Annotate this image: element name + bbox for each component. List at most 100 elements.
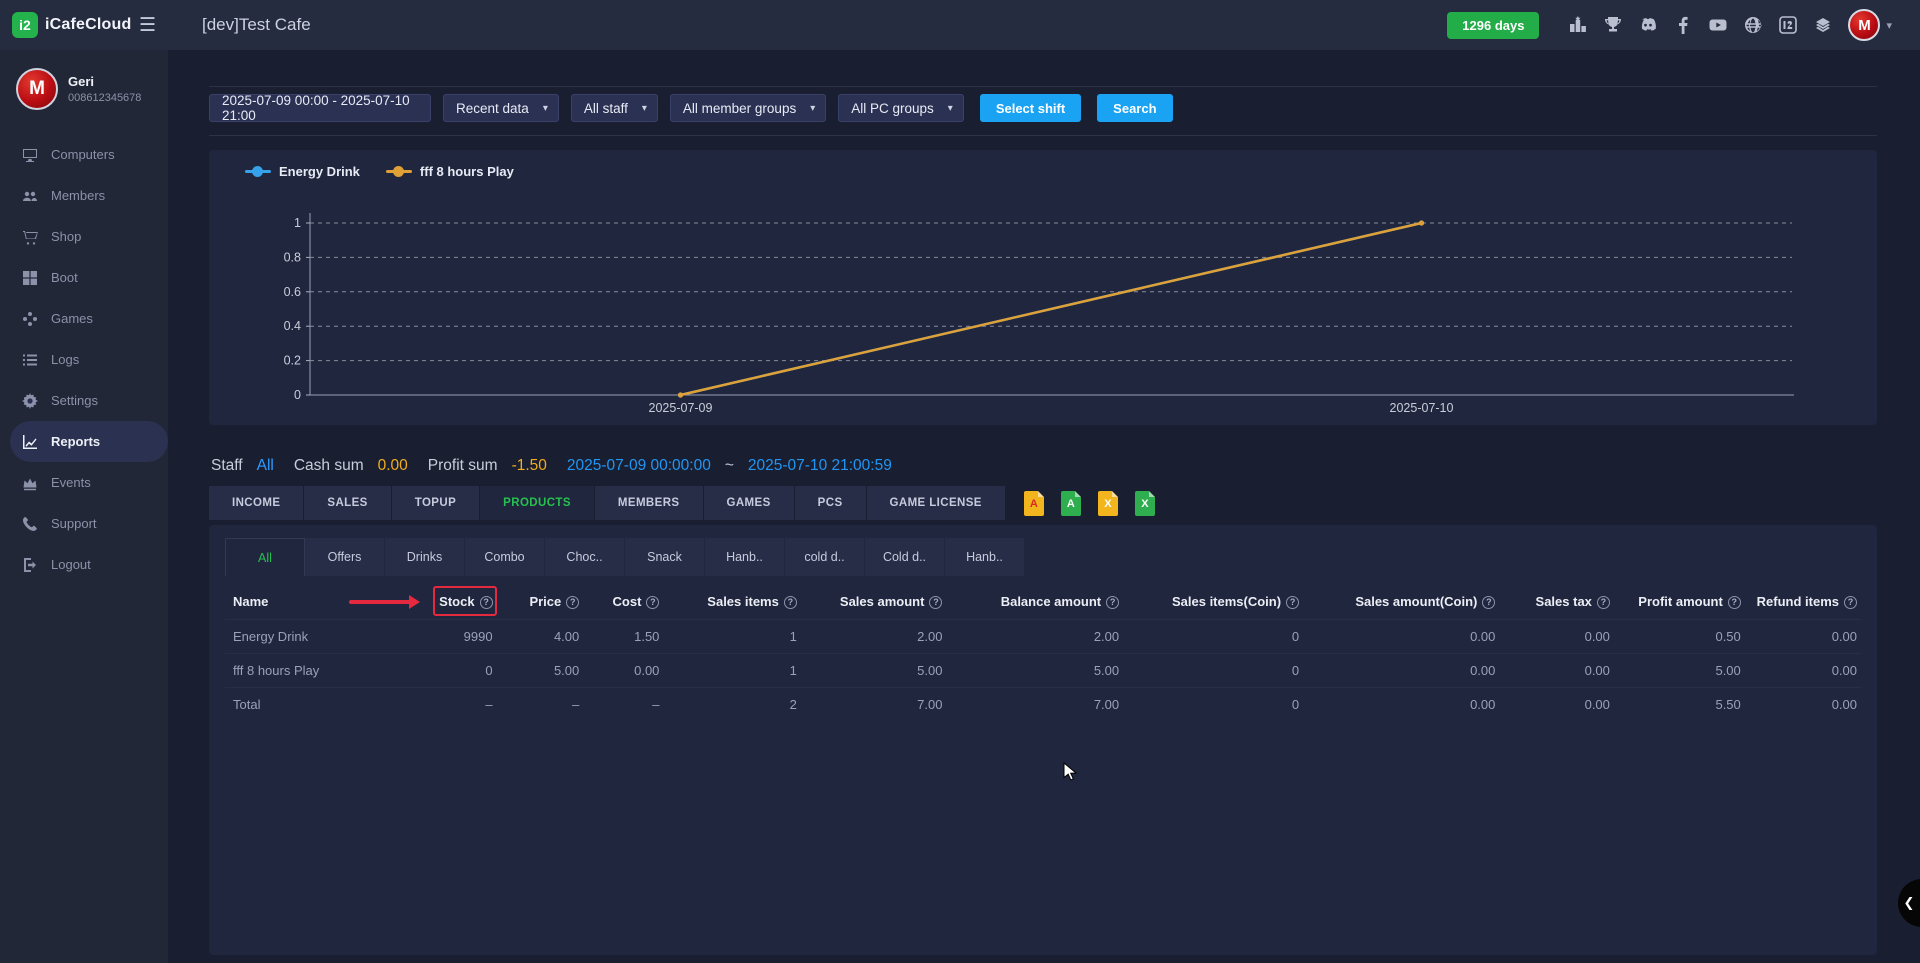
- help-icon[interactable]: ?: [1844, 596, 1857, 609]
- layers-icon[interactable]: [1813, 15, 1833, 35]
- svg-text:2025-07-09: 2025-07-09: [649, 401, 713, 415]
- discord-icon[interactable]: [1638, 15, 1658, 35]
- sidebar-item-support[interactable]: Support: [0, 503, 168, 544]
- column-header-label: Sales items: [707, 594, 779, 609]
- column-header-profit-amount[interactable]: Profit amount?: [1614, 584, 1745, 620]
- cell-value: 2.00: [801, 620, 947, 654]
- license-days-badge[interactable]: 1296 days: [1447, 12, 1539, 39]
- help-icon[interactable]: ?: [1728, 596, 1741, 609]
- column-header-label: Cost: [613, 594, 642, 609]
- report-tab-sales[interactable]: SALES: [304, 486, 391, 520]
- category-tab-hanb-[interactable]: Hanb..: [705, 538, 785, 576]
- trophy-icon[interactable]: [1603, 15, 1623, 35]
- column-header-price[interactable]: Price?: [497, 584, 584, 620]
- icafecloud-icon[interactable]: [1778, 15, 1798, 35]
- cell-value: –: [583, 688, 663, 722]
- games-icon: [22, 311, 38, 327]
- cell-value: 0.00: [1499, 654, 1614, 688]
- cell-value: 0.00: [1745, 654, 1861, 688]
- category-tab-snack[interactable]: Snack: [625, 538, 705, 576]
- column-header-cost[interactable]: Cost?: [583, 584, 663, 620]
- sidebar-item-label: Boot: [51, 270, 78, 285]
- help-icon[interactable]: ?: [1482, 596, 1495, 609]
- category-tab-hanb-[interactable]: Hanb..: [945, 538, 1025, 576]
- sidebar-item-logs[interactable]: Logs: [0, 339, 168, 380]
- search-button[interactable]: Search: [1097, 94, 1172, 122]
- cell-value: 0.00: [583, 654, 663, 688]
- report-tab-game-license[interactable]: GAME LICENSE: [867, 486, 1006, 520]
- column-header-name[interactable]: Name: [225, 584, 376, 620]
- column-header-sales-tax[interactable]: Sales tax?: [1499, 584, 1614, 620]
- chevron-down-icon: ▾: [642, 103, 647, 114]
- sidebar-item-boot[interactable]: Boot: [0, 257, 168, 298]
- sidebar-item-label: Settings: [51, 393, 98, 408]
- date-range-input[interactable]: 2025-07-09 00:00 - 2025-07-10 21:00: [209, 94, 431, 122]
- facebook-icon[interactable]: [1673, 15, 1693, 35]
- app-logo[interactable]: i2 iCafeCloud: [12, 12, 131, 38]
- report-tab-games[interactable]: GAMES: [704, 486, 795, 520]
- filter-select-2[interactable]: All member groups▾: [670, 94, 826, 122]
- staff-value[interactable]: All: [257, 457, 274, 475]
- export-pdf-green-icon[interactable]: A: [1061, 491, 1081, 516]
- globe-icon[interactable]: [1743, 15, 1763, 35]
- user-menu[interactable]: M ▾: [1848, 9, 1892, 41]
- sidebar-item-settings[interactable]: Settings: [0, 380, 168, 421]
- cell-value: 5.50: [1614, 688, 1745, 722]
- report-tab-members[interactable]: MEMBERS: [595, 486, 704, 520]
- help-icon[interactable]: ?: [1286, 596, 1299, 609]
- help-icon[interactable]: ?: [646, 596, 659, 609]
- category-tab-choc-[interactable]: Choc..: [545, 538, 625, 576]
- category-tab-cold-d-[interactable]: cold d..: [785, 538, 865, 576]
- select-shift-button[interactable]: Select shift: [980, 94, 1081, 122]
- filter-select-1[interactable]: All staff▾: [571, 94, 658, 122]
- report-tab-income[interactable]: INCOME: [209, 486, 304, 520]
- user-avatar[interactable]: M: [1848, 9, 1880, 41]
- category-tab-all[interactable]: All: [225, 538, 305, 576]
- help-icon[interactable]: ?: [929, 596, 942, 609]
- legend-item-0[interactable]: Energy Drink: [245, 164, 360, 179]
- hamburger-menu-icon[interactable]: ☰: [139, 14, 156, 37]
- help-icon[interactable]: ?: [1106, 596, 1119, 609]
- column-header-refund-items[interactable]: Refund items?: [1745, 584, 1861, 620]
- help-icon[interactable]: ?: [1597, 596, 1610, 609]
- help-icon[interactable]: ?: [480, 596, 493, 609]
- export-pdf-yellow-icon[interactable]: A: [1024, 491, 1044, 516]
- help-icon[interactable]: ?: [784, 596, 797, 609]
- filter-select-0[interactable]: Recent data▾: [443, 94, 559, 122]
- column-header-sales-items-coin-[interactable]: Sales items(Coin)?: [1123, 584, 1303, 620]
- sidebar-user-block[interactable]: M Geri 008612345678: [0, 50, 168, 130]
- sidebar-item-logout[interactable]: Logout: [0, 544, 168, 585]
- cell-value: 7.00: [801, 688, 947, 722]
- computers-icon: [22, 147, 38, 163]
- period-start-link[interactable]: 2025-07-09 00:00:00: [567, 457, 711, 475]
- category-tab-combo[interactable]: Combo: [465, 538, 545, 576]
- sidebar-item-shop[interactable]: Shop: [0, 216, 168, 257]
- youtube-icon[interactable]: [1708, 15, 1728, 35]
- report-tab-pcs[interactable]: PCS: [795, 486, 867, 520]
- column-header-balance-amount[interactable]: Balance amount?: [946, 584, 1123, 620]
- column-header-sales-amount[interactable]: Sales amount?: [801, 584, 947, 620]
- report-tab-topup[interactable]: TOPUP: [392, 486, 480, 520]
- sidebar-item-reports[interactable]: Reports: [10, 421, 168, 462]
- help-icon[interactable]: ?: [566, 596, 579, 609]
- column-header-sales-items[interactable]: Sales items?: [663, 584, 800, 620]
- filter-select-3[interactable]: All PC groups▾: [838, 94, 964, 122]
- column-header-stock[interactable]: Stock?: [376, 584, 497, 620]
- cell-name: fff 8 hours Play: [225, 654, 376, 688]
- export-xls-yellow-icon[interactable]: X: [1098, 491, 1118, 516]
- sidebar-item-computers[interactable]: Computers: [0, 134, 168, 175]
- column-header-sales-amount-coin-[interactable]: Sales amount(Coin)?: [1303, 584, 1499, 620]
- category-tab-cold-d-[interactable]: Cold d..: [865, 538, 945, 576]
- category-tab-drinks[interactable]: Drinks: [385, 538, 465, 576]
- column-header-label: Sales amount: [840, 594, 925, 609]
- sidebar-item-games[interactable]: Games: [0, 298, 168, 339]
- report-tab-products[interactable]: PRODUCTS: [480, 486, 595, 520]
- sidebar-item-members[interactable]: Members: [0, 175, 168, 216]
- legend-item-1[interactable]: fff 8 hours Play: [386, 164, 514, 179]
- ranking-icon[interactable]: [1568, 15, 1588, 35]
- cell-value: 0.00: [1745, 620, 1861, 654]
- sidebar-item-events[interactable]: Events: [0, 462, 168, 503]
- category-tab-offers[interactable]: Offers: [305, 538, 385, 576]
- export-xls-green-icon[interactable]: X: [1135, 491, 1155, 516]
- period-end-link[interactable]: 2025-07-10 21:00:59: [748, 457, 892, 475]
